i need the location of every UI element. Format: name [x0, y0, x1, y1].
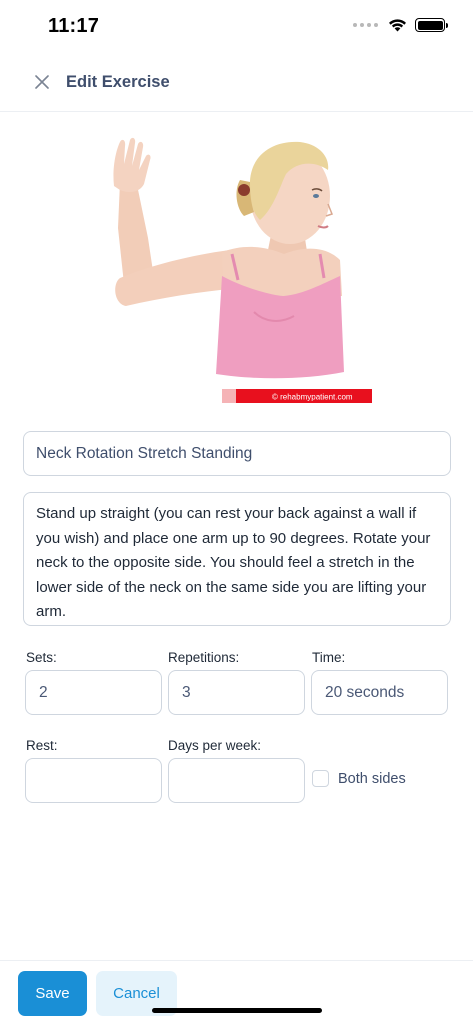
- rest-label: Rest:: [26, 738, 58, 753]
- battery-icon: [415, 18, 448, 32]
- repetitions-label: Repetitions:: [168, 650, 240, 665]
- footer: Save Cancel: [0, 960, 473, 1024]
- time-value: 20 seconds: [325, 683, 405, 701]
- exercise-name-input[interactable]: Neck Rotation Stretch Standing: [23, 431, 451, 476]
- time-label: Time:: [312, 650, 346, 665]
- repetitions-value: 3: [182, 683, 191, 701]
- page-title: Edit Exercise: [66, 73, 170, 91]
- watermark-text: © rehabmypatient.com: [272, 393, 353, 402]
- header: Edit Exercise: [0, 54, 473, 112]
- days-per-week-label: Days per week:: [168, 738, 262, 753]
- status-bar: 11:17: [0, 0, 473, 54]
- save-button[interactable]: Save: [18, 971, 87, 1016]
- status-time: 11:17: [48, 15, 100, 37]
- exercise-name-value: Neck Rotation Stretch Standing: [36, 444, 253, 462]
- repetitions-input[interactable]: 3: [168, 670, 305, 715]
- close-icon: [35, 75, 49, 89]
- exercise-description-value: Stand up straight (you can rest your bac…: [36, 505, 431, 620]
- days-per-week-input[interactable]: [168, 758, 305, 803]
- sets-label: Sets:: [26, 650, 57, 665]
- exercise-description-input[interactable]: Stand up straight (you can rest your bac…: [23, 492, 451, 626]
- wifi-icon: [389, 19, 406, 32]
- exercise-image: © rehabmypatient.com: [104, 128, 372, 410]
- home-indicator: [152, 1008, 322, 1013]
- time-input[interactable]: 20 seconds: [311, 670, 448, 715]
- both-sides-checkbox[interactable]: [312, 770, 329, 787]
- close-button[interactable]: [30, 70, 54, 94]
- sets-value: 2: [39, 683, 48, 701]
- both-sides-toggle[interactable]: Both sides: [312, 770, 406, 787]
- both-sides-label: Both sides: [338, 770, 406, 787]
- cellular-signal-icon: [353, 23, 378, 27]
- rest-input[interactable]: [25, 758, 162, 803]
- status-icons: [353, 18, 448, 32]
- sets-input[interactable]: 2: [25, 670, 162, 715]
